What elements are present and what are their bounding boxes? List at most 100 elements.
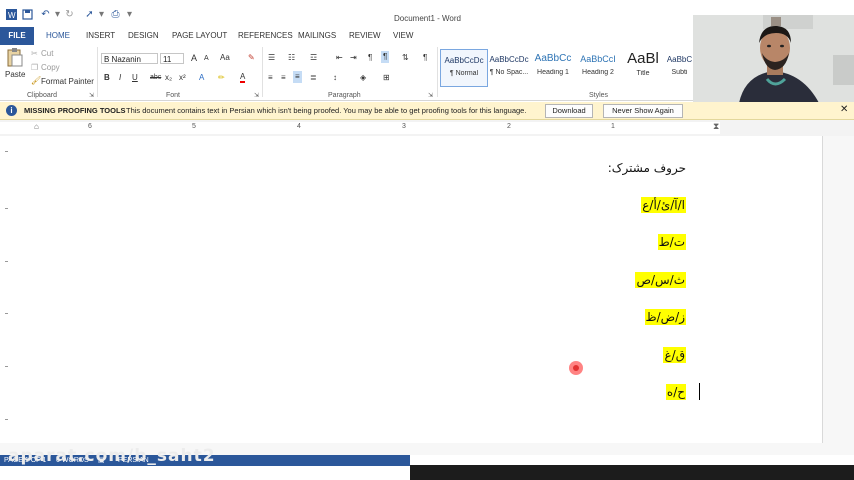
save-icon[interactable] [22,9,33,20]
ruler-tick [5,313,8,314]
tab-mailings[interactable]: MAILINGS [298,31,336,40]
document-line: ق/غ [663,347,686,363]
undo-icon[interactable]: ↶ [40,9,51,20]
message-bar: i MISSING PROOFING TOOLS This document c… [0,102,854,120]
divider [437,47,438,97]
tab-home[interactable]: HOME [46,31,70,40]
customize-qat-icon[interactable]: ▾ [124,9,135,20]
message-text: This document contains text in Persian w… [126,106,527,115]
ruler-number: 5 [192,123,196,130]
font-launcher-icon[interactable]: ⇲ [254,92,259,99]
font-name-box[interactable]: B Nazanin [101,53,158,64]
bullets-icon[interactable]: ☰ [268,53,275,63]
document-line: ح/ه [665,384,686,400]
text-effects-icon[interactable]: A [199,73,204,83]
bold-button[interactable]: B [104,73,110,83]
strikethrough-button[interactable]: abc [150,73,161,83]
paste-icon[interactable] [6,48,24,68]
shading-icon[interactable]: ◈ [360,73,366,83]
justify-icon[interactable]: ≣ [310,73,317,83]
format-painter-button[interactable]: Format Painter [41,77,94,87]
multilevel-list-icon[interactable]: ☲ [310,53,317,63]
document-line: ث/س/ص [635,272,686,288]
style-preview: AaBbCc [534,53,572,64]
line-spacing-icon[interactable]: ↕ [333,73,337,83]
redo-icon[interactable]: ↻ [64,9,75,20]
highlight-color-icon[interactable]: ✏ [218,73,225,83]
style-normal[interactable]: AaBbCcDc ¶ Normal [440,49,488,87]
grow-font-button[interactable]: A [191,53,197,63]
style-name: Heading 1 [537,69,569,76]
shrink-font-button[interactable]: A [204,54,209,64]
borders-icon[interactable]: ⊞ [383,73,390,83]
style-subtitle[interactable]: AaBbC Subti [666,49,693,85]
svg-text:W: W [8,11,16,20]
indent-marker-icon[interactable]: ⌂ [34,122,39,131]
ruler-number: 6 [88,123,92,130]
show-marks-icon[interactable]: ¶ [423,53,427,63]
paragraph-launcher-icon[interactable]: ⇲ [428,92,433,99]
paragraph-group-label: Paragraph [328,92,361,99]
horizontal-ruler[interactable]: ⌂ 6 5 4 3 2 1 ⧗ [0,120,854,136]
italic-button[interactable]: I [119,73,121,83]
font-size-box[interactable]: 11 [160,53,184,64]
pointer-dropdown-icon[interactable]: ▾ [96,9,107,20]
font-color-button[interactable]: A [240,72,246,83]
pointer-mode-icon[interactable]: ➚ [84,9,95,20]
style-heading-1[interactable]: AaBbCc Heading 1 [530,49,576,85]
align-left-icon[interactable]: ≡ [268,73,273,83]
underline-button[interactable]: U [132,73,138,83]
cut-icon[interactable]: ✂ [31,49,38,59]
tab-file[interactable]: FILE [0,27,34,45]
close-icon[interactable]: ✕ [840,104,848,115]
style-heading-2[interactable]: AaBbCcI Heading 2 [575,49,621,85]
tab-view[interactable]: VIEW [393,31,413,40]
document-page[interactable]: حروف مشترک: ا/آ/ئ/أ/ع ت/ط ث/س/ص ز/ض/ظ ق/… [0,136,823,443]
tab-design[interactable]: DESIGN [128,31,159,40]
message-title: MISSING PROOFING TOOLS [24,106,126,115]
align-right-icon[interactable]: ≡ [293,71,302,83]
video-controls-bar [410,465,854,480]
change-case-button[interactable]: Aa [220,53,230,63]
tab-insert[interactable]: INSERT [86,31,115,40]
undo-dropdown-icon[interactable]: ▾ [52,9,63,20]
font-size-value: 11 [163,55,172,64]
numbering-icon[interactable]: ☷ [288,53,295,63]
clipboard-launcher-icon[interactable]: ⇲ [89,92,94,99]
paste-button[interactable]: Paste [5,70,25,80]
sort-icon[interactable]: ⇅ [402,53,409,63]
decrease-indent-icon[interactable]: ⇤ [336,53,343,63]
subscript-button[interactable]: x₂ [165,73,172,83]
copy-icon[interactable]: ❐ [31,63,38,73]
style-title[interactable]: AaBl Title [620,49,666,85]
tab-review[interactable]: REVIEW [349,31,381,40]
format-painter-icon[interactable]: 🖌 [31,76,41,86]
window-title: Document1 - Word [394,14,461,23]
word-logo-icon: W [6,9,17,20]
style-preview: AaBbC [666,55,693,64]
never-show-again-button[interactable]: Never Show Again [603,104,683,118]
document-area[interactable]: حروف مشترک: ا/آ/ئ/أ/ع ت/ط ث/س/ص ز/ض/ظ ق/… [0,136,854,455]
print-preview-icon[interactable]: ⎙ [110,9,121,20]
tab-references[interactable]: REFERENCES [238,31,293,40]
style-no-spacing[interactable]: AaBbCcDc ¶ No Spac... [486,49,532,85]
tab-page-layout[interactable]: PAGE LAYOUT [172,31,227,40]
ruler-tick [5,366,8,367]
increase-indent-icon[interactable]: ⇥ [350,53,357,63]
webcam-video [693,15,854,103]
cut-button[interactable]: Cut [41,49,53,59]
copy-button[interactable]: Copy [41,63,60,73]
right-indent-marker-icon[interactable]: ⧗ [713,121,719,132]
ruler-number: 4 [297,123,301,130]
ltr-direction-icon[interactable]: ¶ [368,53,372,63]
download-button[interactable]: Download [545,104,593,118]
mouse-cursor-dot [573,365,579,371]
divider [262,47,263,97]
ruler-number: 3 [402,123,406,130]
style-preview: AaBl [627,50,659,67]
ruler-tick [5,208,8,209]
clear-formatting-icon[interactable]: ✎ [248,53,255,63]
rtl-direction-icon[interactable]: ¶ [381,51,390,63]
superscript-button[interactable]: x² [179,73,186,83]
align-center-icon[interactable]: ≡ [281,73,286,83]
